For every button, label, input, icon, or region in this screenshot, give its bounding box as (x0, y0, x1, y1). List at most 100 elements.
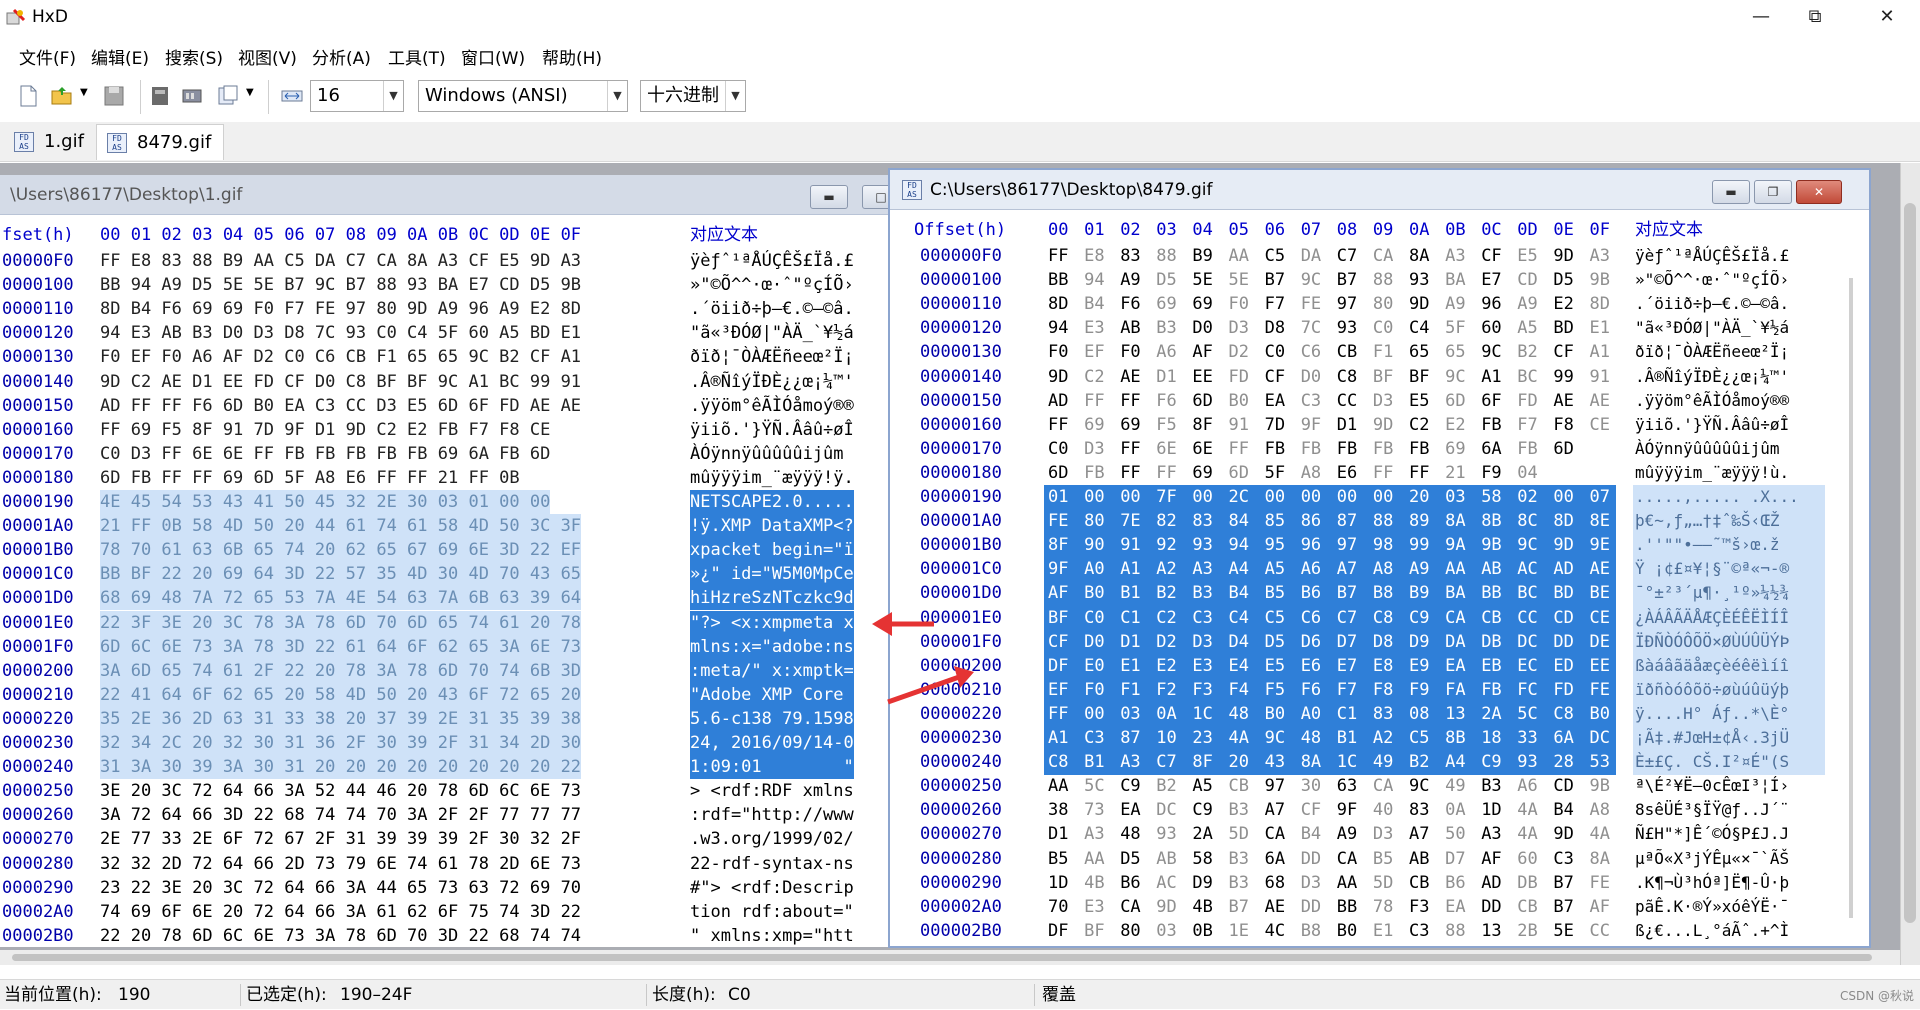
hex-byte: E2 (1553, 294, 1574, 315)
hex-byte: F0 (1228, 294, 1249, 315)
row-offset: 000001C0 (920, 559, 1002, 580)
right-window-title-bar[interactable]: FD AS C:\Users\86177\Desktop\8479.gif ▬ ❐… (890, 170, 1869, 210)
hex-byte: FB (1336, 438, 1358, 459)
charset-select[interactable]: Windows (ANSI) ▼ (418, 80, 628, 112)
right-hex-view[interactable]: Offset(h) 00 01 02 03 04 05 06 07 08 09 0A 0B 0C 0D 0E 0… (890, 210, 1869, 946)
hex-byte: C9 (1481, 752, 1502, 773)
row-text: .Â®ÑîýÏÐÈ¿¿œ¡¼™' (1635, 366, 1790, 386)
right-pane-scrollbar[interactable] (1849, 278, 1853, 918)
hex-byte: E5 (1264, 655, 1286, 676)
hex-byte: AB (1120, 318, 1141, 339)
hex-byte: D3 (1372, 390, 1394, 411)
hex-byte: 7D (1264, 414, 1286, 435)
hex-byte: 00 (1120, 487, 1141, 507)
bytes-per-row-select[interactable]: 16 ▼ (310, 80, 404, 112)
hex-byte: DD (1481, 896, 1502, 917)
menu-window[interactable]: 窗口(W) (461, 44, 525, 69)
hex-byte: C3 (1300, 390, 1322, 411)
menu-help[interactable]: 帮助(H) (542, 44, 602, 69)
hex-byte: B1 (1336, 728, 1358, 748)
hex-byte: CE (1589, 607, 1610, 628)
hex-byte: B4 (1228, 583, 1249, 604)
horizontal-scrollbar[interactable] (0, 950, 1900, 965)
hex-byte: C7 (1336, 607, 1358, 628)
row-text: ßàáâãäåæçèéêëìíî (1635, 653, 1790, 678)
hex-byte: C1 (1336, 703, 1358, 724)
hex-byte: A6 (1517, 776, 1538, 797)
bytes-per-row-icon (281, 90, 303, 102)
menu-file[interactable]: 文件(F) (19, 44, 76, 69)
open-disk-icon[interactable] (148, 84, 172, 108)
tab-1-gif[interactable]: FD AS 1.gif (4, 124, 96, 160)
maximize-button[interactable]: ⧉ (1788, 2, 1842, 32)
hex-byte: 43 (1264, 752, 1286, 773)
left-minimize-button[interactable]: ▬ (810, 185, 848, 209)
left-window-title-bar[interactable]: \Users\86177\Desktop\1.gif ▬ □ (0, 175, 888, 215)
hex-byte: F5 (1264, 679, 1286, 700)
hex-byte: A9 (1336, 824, 1358, 845)
minimize-button[interactable]: — (1734, 2, 1788, 32)
left-hex-view[interactable]: fset(h) 00 01 02 03 04 05 06 07 08 09 0A … (0, 215, 888, 947)
hex-byte: 4A (1228, 728, 1249, 748)
new-file-icon[interactable] (16, 84, 40, 108)
hex-byte: 21 (1445, 462, 1466, 483)
open-dropdown-arrow[interactable]: ▼ (80, 87, 88, 98)
open-ram-icon[interactable] (180, 84, 204, 108)
compare-icon[interactable] (216, 84, 240, 108)
row-hex-bytes: 32 32 2D 72 64 66 2D 73 79 6E 74 61 78 2… (100, 853, 582, 874)
hex-byte: CC (1589, 920, 1610, 941)
hex-byte: DD (1553, 631, 1574, 652)
hex-byte: 6F (1481, 390, 1502, 411)
close-button[interactable]: ✕ (1860, 2, 1914, 32)
row-hex-bytes: 9D C2 AE D1 EE FD CF D0 C8 BF BF 9C A1 B… (100, 371, 582, 392)
hex-byte: C3 (1192, 607, 1213, 628)
menu-analysis[interactable]: 分析(A) (312, 44, 371, 69)
row-offset: 00000170 (920, 438, 1002, 459)
hex-byte: CB (1481, 607, 1502, 628)
hex-byte: 13 (1481, 920, 1502, 941)
right-editor-window[interactable]: FD AS C:\Users\86177\Desktop\8479.gif ▬ ❐… (888, 168, 1871, 948)
row-hex-bytes: FF E8 83 88 B9 AA C5 DA C7 CA 8A A3 CF E… (100, 251, 582, 271)
byte-column-header: 02 (1120, 220, 1141, 240)
scroll-thumb[interactable] (1904, 203, 1916, 923)
offset-base-select[interactable]: 十六进制 ▼ (640, 80, 746, 112)
hex-byte: 40 (1372, 800, 1394, 821)
row-offset: 00002B0 (2, 925, 74, 946)
hex-byte: 20 (1409, 487, 1430, 507)
menu-view[interactable]: 视图(V) (238, 44, 297, 69)
save-icon[interactable] (102, 84, 126, 108)
left-restore-button[interactable]: □ (862, 185, 888, 209)
compare-dropdown-arrow[interactable]: ▼ (246, 87, 254, 98)
hex-byte: BB (1048, 270, 1069, 291)
hex-byte: 9E (1589, 535, 1610, 556)
hex-byte: B2 (1409, 752, 1430, 773)
row-hex-bytes: BB BF 22 20 69 64 3D 22 57 35 4D 30 4D 7… (100, 562, 582, 587)
hex-file-icon: FD AS (14, 132, 34, 152)
menu-edit[interactable]: 编辑(E) (91, 44, 149, 69)
menu-search[interactable]: 搜索(S) (165, 44, 223, 69)
right-minimize-button[interactable]: ▬ (1712, 180, 1750, 204)
vertical-scrollbar[interactable] (1900, 163, 1920, 965)
hex-byte: DB (1481, 631, 1502, 652)
row-text: »"©Õ^^·œ·ˆ"ºçÍÕ› (1635, 270, 1790, 290)
hex-byte: 65 (1445, 342, 1466, 363)
hex-byte: C2 (1084, 366, 1105, 387)
hex-byte: 82 (1156, 511, 1177, 532)
open-file-icon[interactable] (50, 84, 74, 108)
hex-byte: B6 (1120, 872, 1141, 893)
hex-byte: FE (1048, 511, 1069, 532)
row-hex-bytes: 8D B4 F6 69 69 F0 F7 FE 97 80 9D A9 96 A… (100, 299, 582, 320)
row-offset: 00000290 (920, 872, 1002, 893)
menu-tools[interactable]: 工具(T) (388, 44, 446, 69)
left-editor-window[interactable]: \Users\86177\Desktop\1.gif ▬ □ fset(h) 00… (0, 175, 888, 947)
right-restore-button[interactable]: ❐ (1754, 180, 1792, 204)
row-hex-bytes: 3A 6D 65 74 61 2F 22 20 78 3A 78 6D 70 7… (100, 658, 582, 683)
row-offset: 000001B0 (920, 535, 1002, 556)
row-text: ÿèƒˆ¹ªÅÚÇÊŠ£Ïå.£ (1635, 246, 1790, 265)
hex-byte: CA (1120, 896, 1141, 917)
edit-mode[interactable]: 覆盖 (1042, 980, 1076, 1010)
tab-8479-gif[interactable]: FD AS 8479.gif (96, 124, 225, 160)
scroll-thumb[interactable] (12, 954, 1872, 961)
right-close-button[interactable]: ✕ (1796, 180, 1842, 204)
hex-byte: D3 (1192, 631, 1213, 652)
